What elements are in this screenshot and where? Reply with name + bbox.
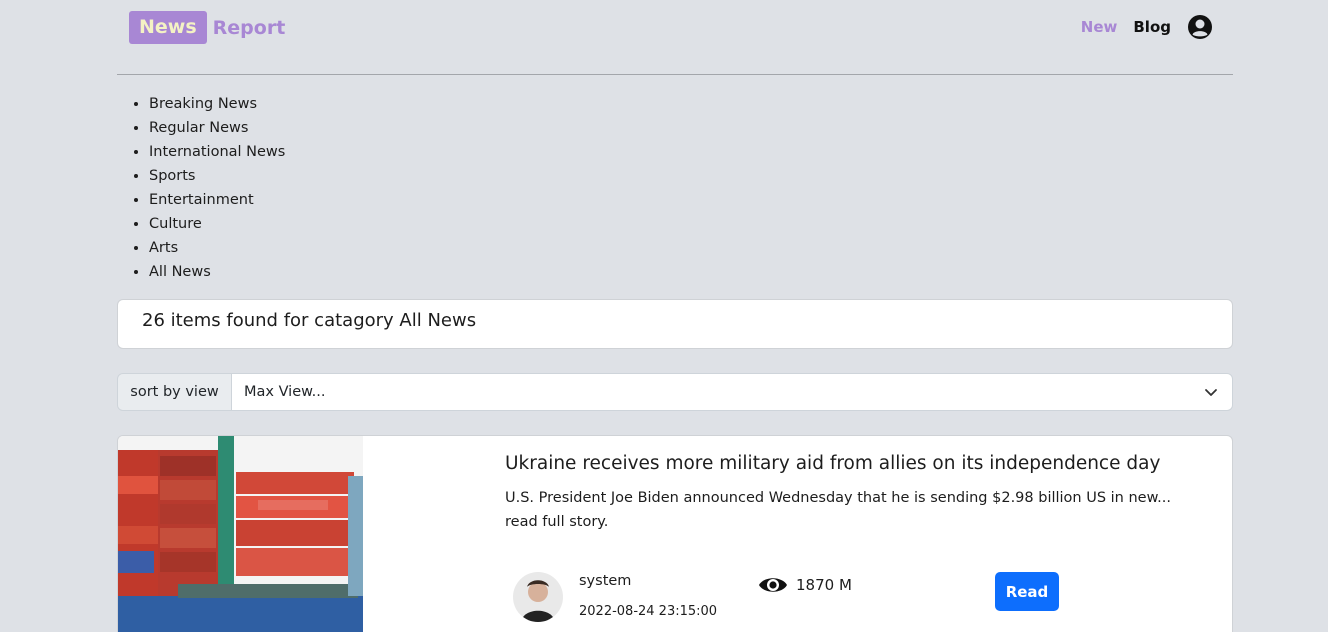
read-button[interactable]: Read: [995, 572, 1059, 611]
category-breaking-news[interactable]: Breaking News: [149, 96, 257, 112]
logo-text: Report: [212, 16, 286, 39]
logo-box: News: [129, 11, 207, 44]
category-item[interactable]: Arts: [149, 236, 285, 260]
category-entertainment[interactable]: Entertainment: [149, 192, 254, 208]
article-author: system: [579, 573, 632, 589]
sort-label: sort by view: [118, 374, 232, 410]
category-culture[interactable]: Culture: [149, 216, 202, 232]
category-sports[interactable]: Sports: [149, 168, 195, 184]
category-all-news[interactable]: All News: [149, 264, 211, 280]
top-nav: New Blog: [1081, 14, 1213, 40]
article-title[interactable]: Ukraine receives more military aid from …: [505, 453, 1160, 474]
news-card: Ukraine receives more military aid from …: [117, 435, 1233, 632]
category-arts[interactable]: Arts: [149, 240, 178, 256]
sort-selected-value: Max View...: [244, 384, 326, 400]
article-date: 2022-08-24 23:15:00: [579, 604, 718, 619]
nav-link-blog[interactable]: Blog: [1133, 18, 1171, 36]
results-count-text: 26 items found for catagory All News: [142, 310, 477, 331]
category-item[interactable]: Regular News: [149, 116, 285, 140]
category-item[interactable]: International News: [149, 140, 285, 164]
eye-icon: [759, 578, 787, 592]
news-thumbnail[interactable]: [118, 436, 363, 632]
category-item[interactable]: Culture: [149, 212, 285, 236]
category-item[interactable]: Sports: [149, 164, 285, 188]
sort-group: sort by view Max View...: [117, 373, 1233, 411]
author-avatar: [513, 572, 563, 622]
results-count-box: 26 items found for catagory All News: [117, 299, 1233, 349]
nav-link-new[interactable]: New: [1081, 18, 1118, 36]
category-item[interactable]: Entertainment: [149, 188, 285, 212]
chevron-down-icon: [1205, 389, 1217, 396]
logo[interactable]: News Report: [129, 11, 285, 44]
category-list: Breaking News Regular News International…: [131, 92, 285, 284]
article-description: U.S. President Joe Biden announced Wedne…: [505, 490, 1171, 530]
header: News Report New Blog: [117, 0, 1233, 75]
view-count: 1870 M: [758, 574, 852, 596]
category-international-news[interactable]: International News: [149, 144, 285, 160]
sort-select[interactable]: Max View...: [232, 374, 1232, 410]
user-circle-icon[interactable]: [1187, 14, 1213, 40]
category-item[interactable]: Breaking News: [149, 92, 285, 116]
category-regular-news[interactable]: Regular News: [149, 120, 248, 136]
category-item[interactable]: All News: [149, 260, 285, 284]
view-count-value: 1870 M: [796, 576, 852, 594]
